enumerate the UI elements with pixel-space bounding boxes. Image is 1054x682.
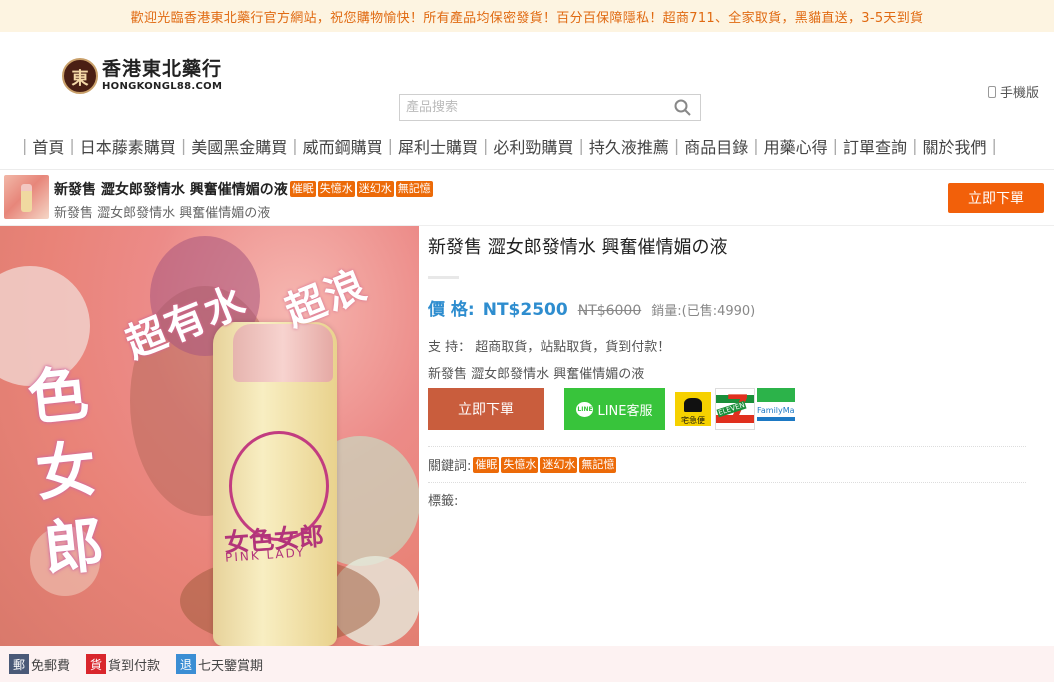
line-support-button[interactable]: LINE LINE客服 — [564, 388, 665, 430]
site-logo[interactable]: 東 香港東北藥行 HONGKONGL88.COM — [62, 58, 222, 94]
price-value: NT$2500 — [482, 300, 568, 320]
nav-viagra[interactable]: 威而鋼購買 — [303, 134, 383, 158]
return-icon: 退 — [176, 654, 197, 674]
product-main: 女色女郎 PINK LADY 超有水 超浪 色女郎 新發售 澀女郎發情水 興奮催… — [0, 226, 1054, 646]
free-shipping-item: 郵 免郵費 — [9, 654, 70, 674]
order-now-button-top[interactable]: 立即下單 — [948, 183, 1044, 213]
product-bar-subtitle: 新發售 澀女郎發情水 興奮催情媚の液 — [54, 206, 271, 221]
action-row: 立即下單 LINE LINE客服 宅急便 7 ELEVEN FamilyMar — [428, 388, 795, 430]
search-button[interactable] — [664, 95, 700, 120]
line-support-label: LINE客服 — [597, 403, 653, 419]
keywords-row: 關鍵詞: 催眠 失憶水 迷幻水 無記憶 — [428, 455, 1026, 474]
mobile-version-link[interactable]: 手機版 — [987, 82, 1039, 101]
familymart-logo: FamilyMar — [757, 388, 795, 430]
product-title: 新發售 澀女郎發情水 興奮催情媚の液 — [428, 237, 728, 258]
sales-count: 銷量:(已售:4990) — [651, 304, 756, 319]
divider — [428, 276, 459, 279]
bottle-cap — [233, 324, 333, 382]
goods-icon: 貨 — [86, 654, 107, 674]
return-item: 退 七天鑒賞期 — [176, 654, 263, 674]
keyword-tag[interactable]: 無記憶 — [579, 456, 617, 473]
product-bar-title: 新發售 澀女郎發情水 興奮催情媚の液 催眠 失憶水 迷幻水 無記憶 — [54, 181, 433, 198]
announcement-text: 歡迎光臨香港東北藥行官方網站，祝您購物愉快！所有產品均保密發貨！百分百保障隱私！… — [130, 10, 924, 26]
logo-name-en: HONGKONGL88.COM — [102, 81, 223, 92]
product-sticky-bar: 新發售 澀女郎發情水 興奮催情媚の液 催眠 失憶水 迷幻水 無記憶 新發售 澀女… — [0, 170, 1054, 226]
logo-name-cn: 香港東北藥行 — [102, 58, 223, 80]
nav-japan[interactable]: 日本藤素購買 — [80, 134, 176, 158]
phone-icon — [987, 85, 996, 98]
line-icon: LINE — [576, 401, 594, 417]
product-meta: 關鍵詞: 催眠 失憶水 迷幻水 無記憶 標籤: — [428, 446, 1026, 509]
kuroneko-logo: 宅急便 — [675, 392, 711, 426]
service-footer: 郵 免郵費 貨 貨到付款 退 七天鑒賞期 — [0, 646, 1054, 682]
labels-label: 標籤: — [428, 494, 459, 509]
keyword-tag[interactable]: 失憶水 — [501, 456, 539, 473]
support-text: 支 持： 超商取貨，站點取貨，貨到付款！ — [428, 340, 671, 355]
keyword-tag[interactable]: 催眠 — [473, 456, 500, 473]
product-info: 新發售 澀女郎發情水 興奮催情媚の液 價 格: NT$2500 NT$6000 … — [428, 226, 1028, 509]
price-row: 價 格: NT$2500 NT$6000 銷量:(已售:4990) — [428, 295, 1028, 320]
nav-order-lookup[interactable]: 訂單查詢 — [843, 134, 907, 158]
price-label: 價 格: — [428, 300, 475, 320]
announcement-bar: 歡迎光臨香港東北藥行官方網站，祝您購物愉快！所有產品均保密發貨！百分百保障隱私！… — [0, 0, 1054, 32]
labels-row: 標籤: — [428, 482, 1026, 509]
search-box — [399, 94, 701, 121]
order-now-button[interactable]: 立即下單 — [428, 388, 544, 430]
product-image[interactable]: 女色女郎 PINK LADY 超有水 超浪 色女郎 — [0, 226, 419, 646]
cod-label: 貨到付款 — [108, 658, 161, 674]
site-header: 東 香港東北藥行 HONGKONGL88.COM 手機版 — [0, 32, 1054, 122]
cod-item: 貨 貨到付款 — [86, 654, 160, 674]
nav-experience[interactable]: 用藥心得 — [764, 134, 828, 158]
product-thumbnail[interactable] — [4, 175, 49, 219]
tag-badge[interactable]: 失憶水 — [317, 181, 355, 197]
product-description: 新發售 澀女郎發情水 興奮催情媚の液 — [428, 367, 645, 382]
seven-eleven-logo: 7 ELEVEN — [715, 388, 755, 430]
nav-us-black-gold[interactable]: 美國黑金購買 — [191, 134, 287, 158]
nav-catalog[interactable]: 商品目錄 — [684, 134, 748, 158]
original-price: NT$6000 — [577, 303, 642, 319]
keywords-label: 關鍵詞: — [428, 459, 472, 474]
search-icon — [674, 99, 691, 116]
tag-badge[interactable]: 催眠 — [289, 181, 316, 197]
shipping-logos: 宅急便 7 ELEVEN FamilyMar — [675, 388, 795, 430]
return-label: 七天鑒賞期 — [198, 658, 264, 674]
mobile-version-label: 手機版 — [999, 86, 1039, 101]
keyword-tag[interactable]: 迷幻水 — [540, 456, 578, 473]
main-nav: | 首頁 | 日本藤素購買 | 美國黑金購買 | 威而鋼購買 | 犀利士購買 | 必利勁購… — [0, 122, 1054, 170]
tag-badge[interactable]: 無記憶 — [395, 181, 433, 197]
logo-emblem: 東 — [62, 58, 98, 94]
search-input[interactable] — [400, 95, 664, 120]
free-shipping-label: 免郵費 — [31, 658, 71, 674]
tag-badge[interactable]: 迷幻水 — [356, 181, 394, 197]
nav-home[interactable]: 首頁 — [32, 134, 64, 158]
mail-icon: 郵 — [9, 654, 29, 674]
nav-cialis[interactable]: 犀利士購買 — [398, 134, 478, 158]
nav-about[interactable]: 關於我們 — [922, 134, 986, 158]
nav-delay-spray[interactable]: 持久液推薦 — [589, 134, 669, 158]
nav-priligy[interactable]: 必利勁購買 — [493, 134, 573, 158]
